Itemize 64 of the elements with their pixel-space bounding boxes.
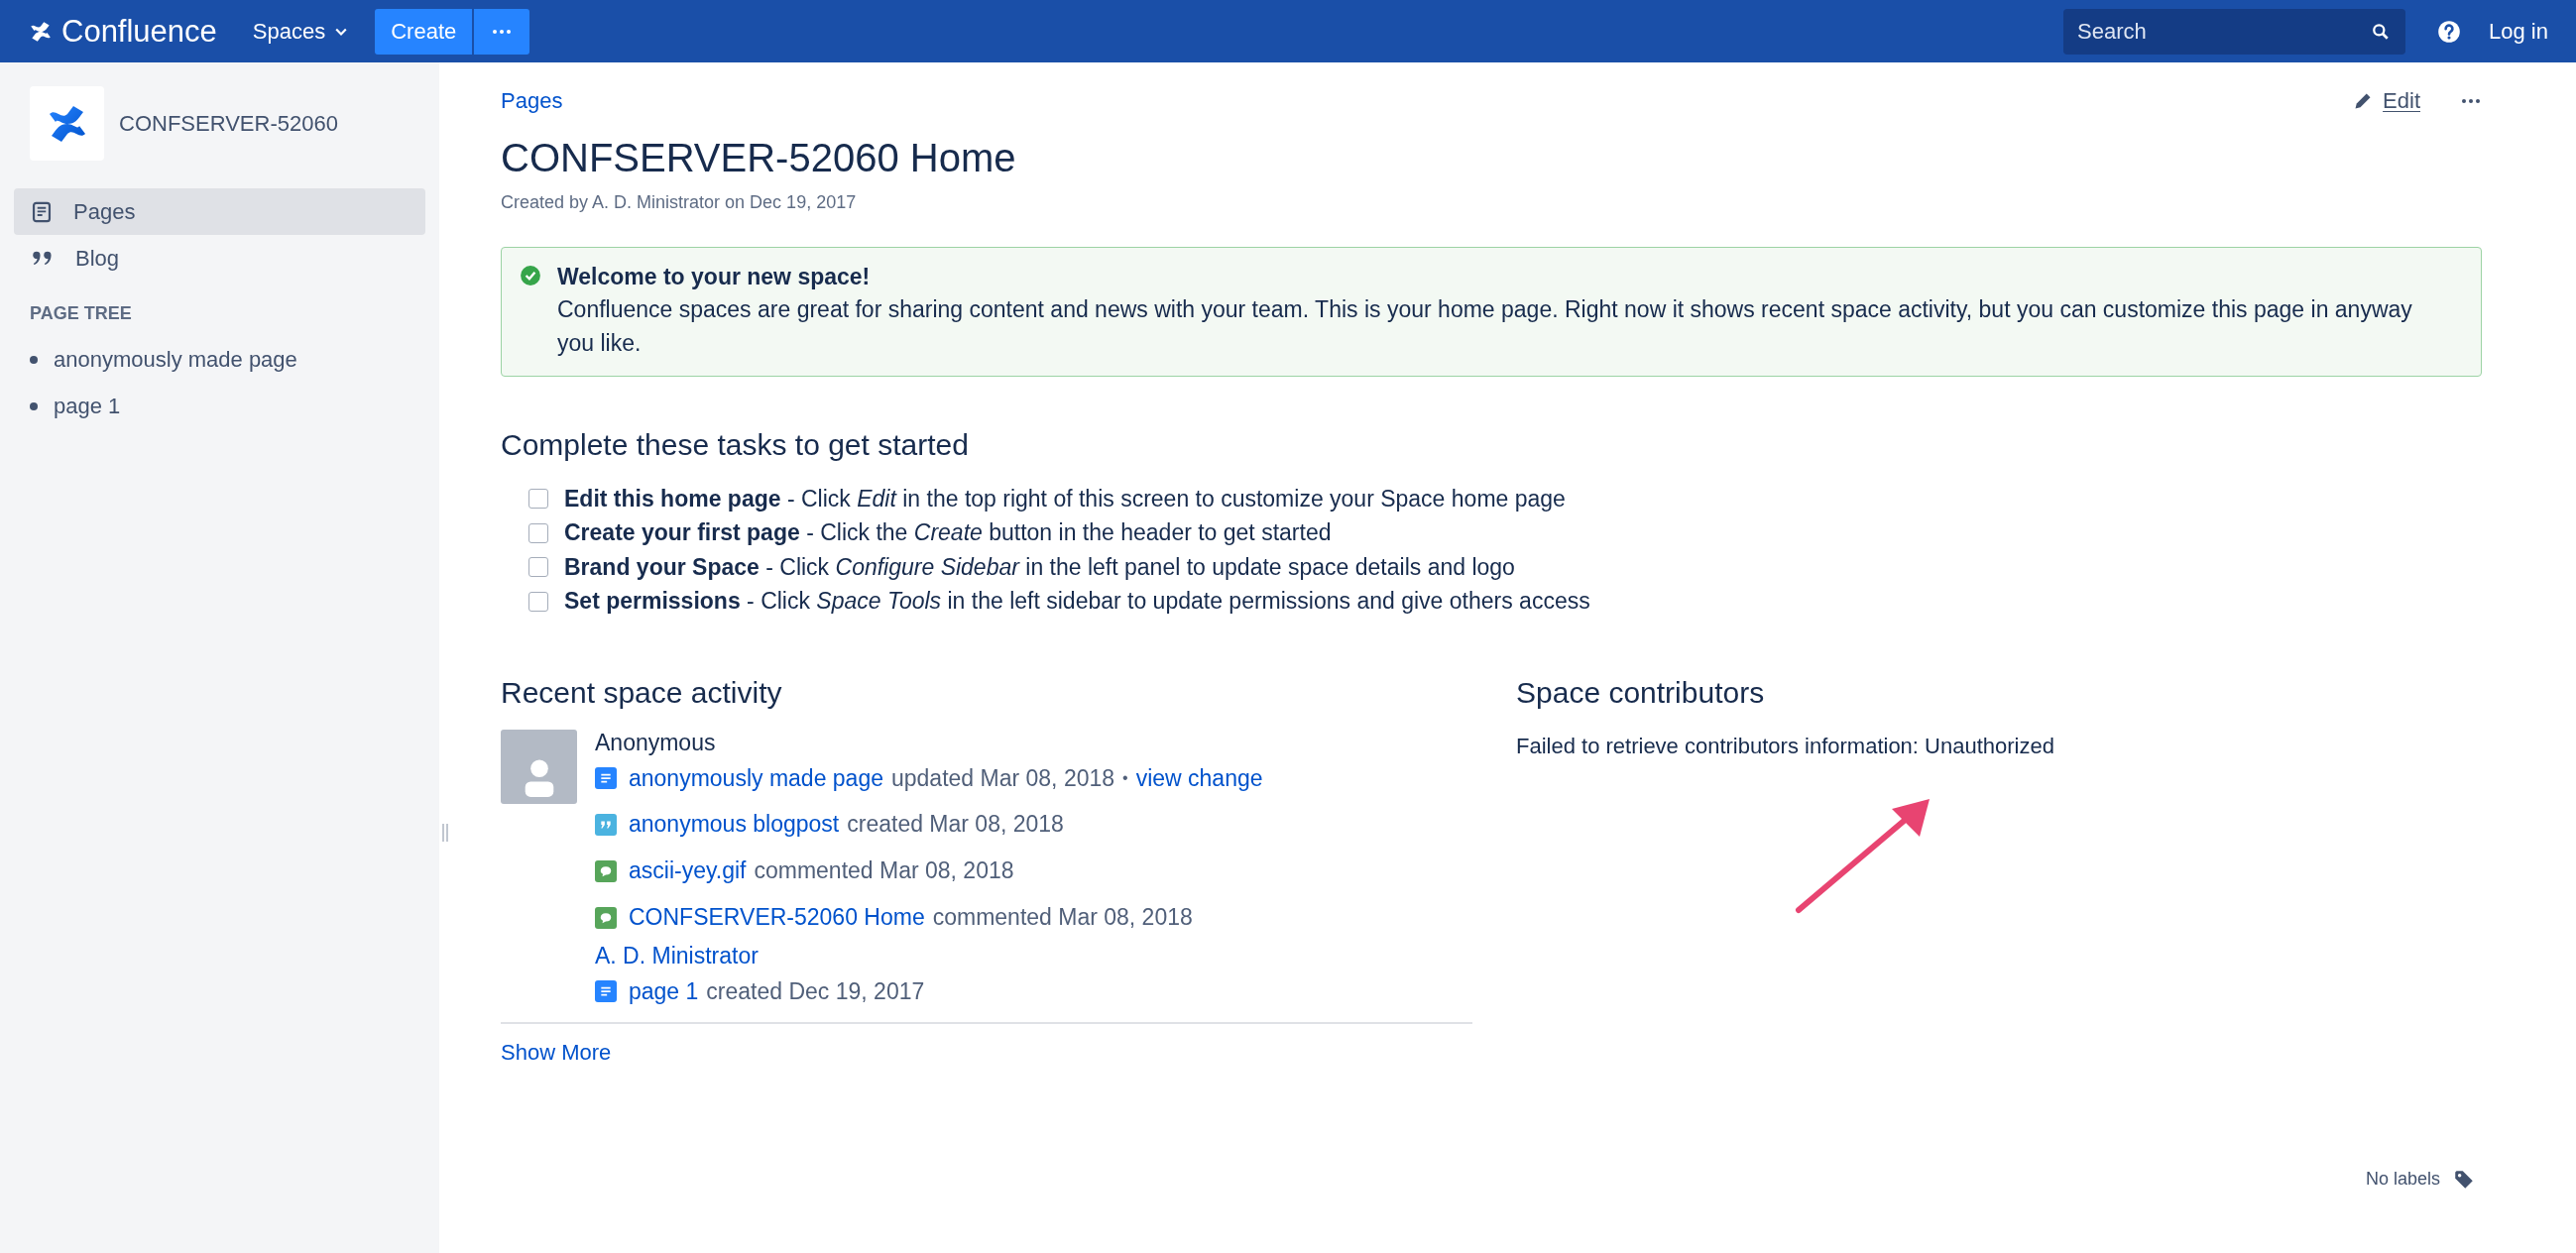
breadcrumb-link[interactable]: Pages (501, 88, 563, 114)
product-name[interactable]: Confluence (61, 13, 217, 50)
comment-type-icon (595, 859, 617, 882)
success-icon (520, 265, 541, 286)
page-tree-heading: PAGE TREE (29, 302, 133, 324)
task-checkbox[interactable] (528, 489, 548, 510)
quote-icon (32, 249, 54, 268)
bullet-icon (30, 401, 38, 410)
author-name: Anonymous (595, 730, 716, 755)
section-heading: Recent space activity (501, 676, 783, 710)
section-heading: Space contributors (1516, 676, 1766, 710)
more-button[interactable] (474, 8, 530, 55)
message-body: Confluence spaces are great for sharing content and news with your team. This is your home page. Right now it shows recent space activity, but you can customize this page in anyway you like. (557, 295, 2413, 358)
page-type-icon (595, 980, 617, 1002)
blog-type-icon (595, 813, 617, 836)
login-link[interactable]: Log in (2489, 18, 2548, 45)
more-icon[interactable] (2460, 98, 2482, 104)
error-message: Failed to retrieve contributors information: Unauthorized (1516, 734, 2055, 759)
section-heading: Complete these tasks to get started (501, 428, 970, 462)
bullet-icon (30, 355, 38, 364)
task-text: Brand your Space - Click Configure Sidebar in the left panel to update space details and logo (564, 553, 1515, 581)
page-icon (32, 200, 52, 223)
activity-action: updated Mar 08, 2018 (891, 764, 1115, 792)
more-icon (492, 28, 513, 35)
search-icon (2372, 22, 2391, 41)
page-title: CONFSERVER-52060 Home (501, 136, 1017, 180)
separator-dot: • (1122, 769, 1128, 787)
help-icon[interactable] (2437, 19, 2462, 44)
activity-action: created Dec 19, 2017 (706, 977, 925, 1005)
author-link[interactable]: A. D. Ministrator (595, 943, 759, 968)
task-text: Set permissions - Click Space Tools in the left sidebar to update permissions and give others access (564, 588, 1590, 616)
task-checkbox[interactable] (528, 522, 548, 543)
content-link[interactable]: CONFSERVER-52060 Home (629, 904, 925, 931)
activity-action: commented Mar 08, 2018 (932, 904, 1193, 931)
task-checkbox[interactable] (528, 557, 548, 578)
space-logo-icon[interactable] (30, 86, 104, 161)
comment-type-icon (595, 906, 617, 929)
search-field[interactable]: Search (2063, 8, 2406, 55)
activity-action: created Mar 08, 2018 (847, 811, 1064, 838)
content-link[interactable]: page 1 (629, 977, 699, 1005)
content-link[interactable]: anonymous blogpost (629, 811, 840, 838)
activity-action: commented Mar 08, 2018 (754, 857, 1014, 884)
task-checkbox[interactable] (528, 591, 548, 612)
sidebar-item[interactable]: Blog (14, 235, 425, 282)
message-title: Welcome to your new space! (557, 264, 872, 290)
page-type-icon (595, 767, 617, 789)
sidebar-resize-handle[interactable] (442, 824, 448, 842)
caret-icon (335, 27, 348, 36)
page-tree-link[interactable]: page 1 (54, 393, 121, 419)
task-text: Edit this home page - Click Edit in the top right of this screen to customize your Space home page (564, 485, 1566, 513)
content-link[interactable]: anonymously made page (629, 764, 883, 792)
no-labels-text: No labels (2365, 1169, 2440, 1190)
tag-icon[interactable] (2454, 1169, 2474, 1190)
edit-button[interactable]: Edit (2353, 88, 2420, 114)
page-byline: Created by A. D. Ministrator on Dec 19, 2017 (501, 192, 858, 213)
show-more-link[interactable]: Show More (501, 1040, 612, 1066)
spaces-menu[interactable]: Spaces (246, 10, 354, 53)
view-change-link[interactable]: view change (1135, 764, 1263, 792)
content-link[interactable]: ascii-yey.gif (629, 857, 747, 884)
task-text: Create your first page - Click the Create button in the header to get started (564, 519, 1332, 547)
space-name[interactable]: CONFSERVER-52060 (119, 110, 338, 137)
page-tree-link[interactable]: anonymously made page (54, 346, 297, 373)
sidebar-item[interactable]: Pages (14, 188, 425, 235)
create-button[interactable]: Create (375, 8, 473, 55)
